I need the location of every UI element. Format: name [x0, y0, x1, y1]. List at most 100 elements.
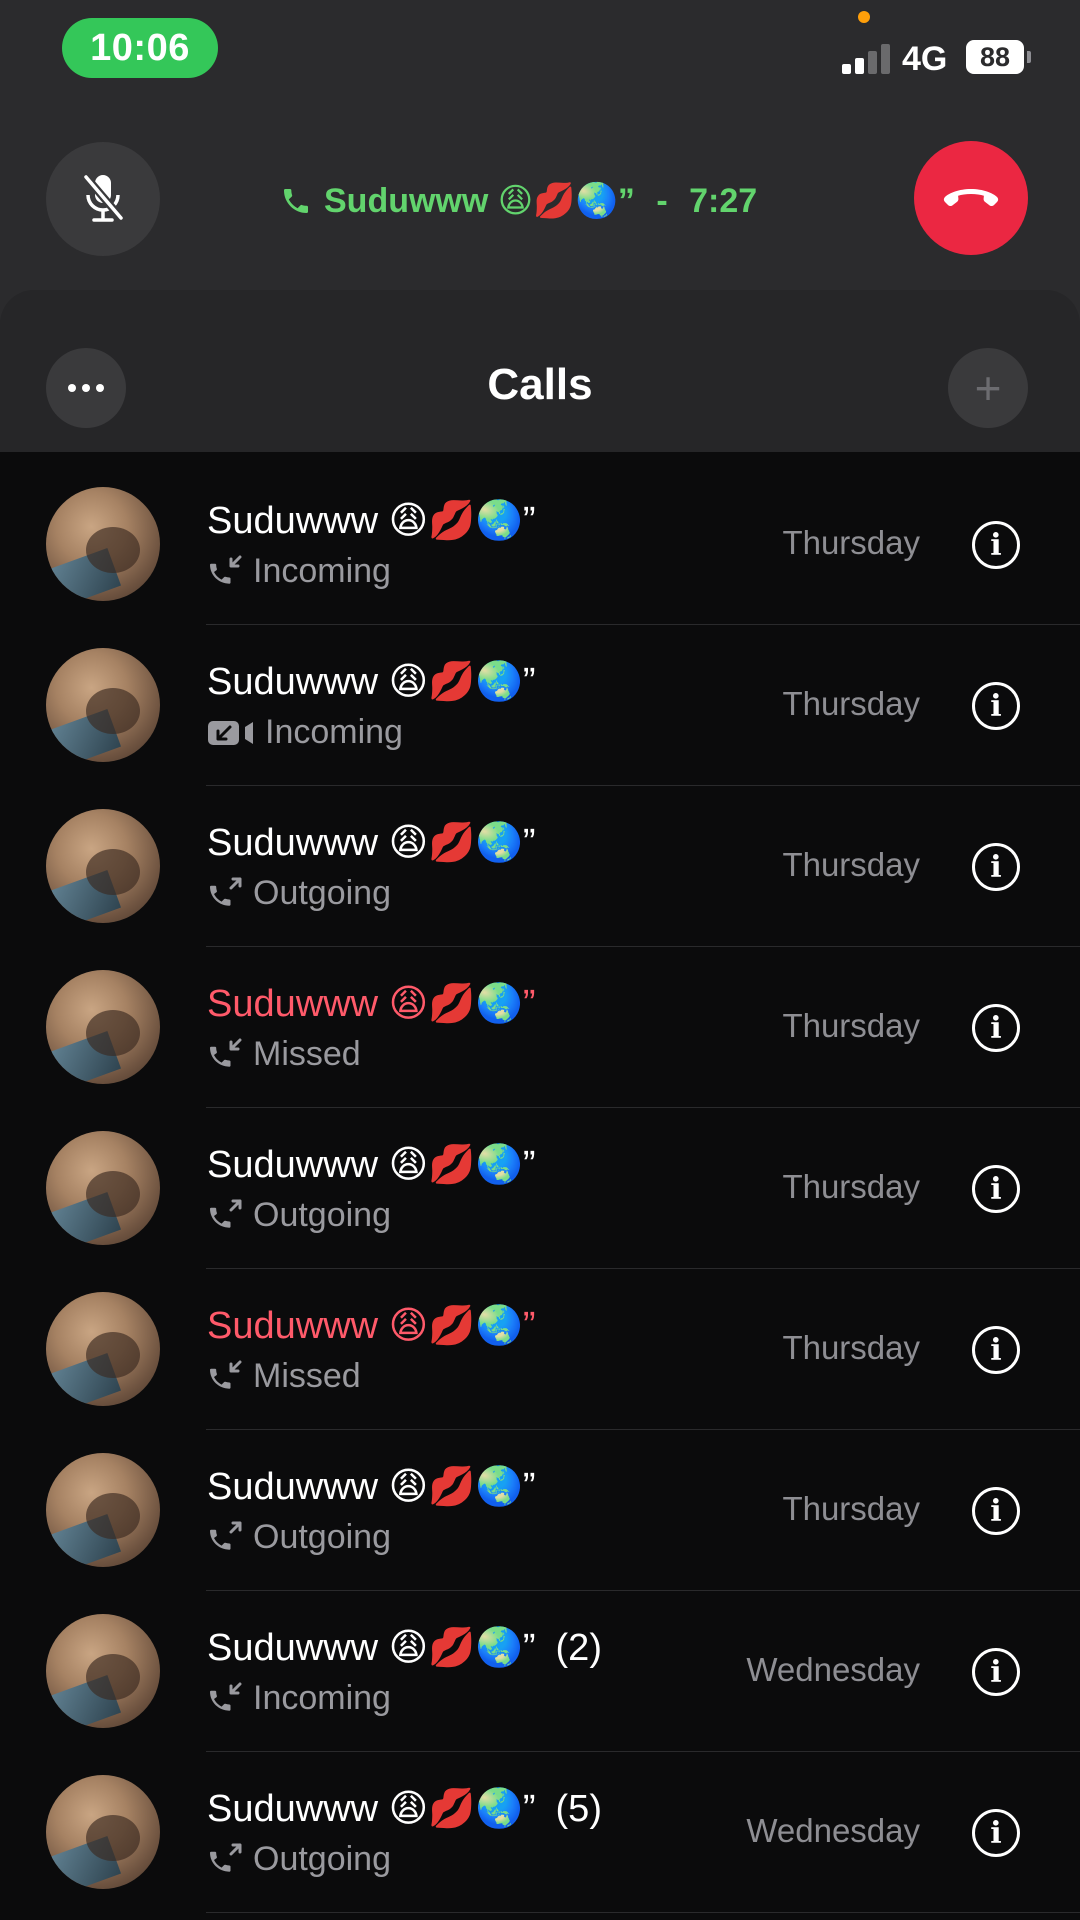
- contact-name: Suduwww 😩💋🌏”: [207, 1142, 556, 1187]
- call-type-label: Outgoing: [253, 1518, 391, 1556]
- outgoing-call-icon: [210, 1521, 242, 1550]
- contact-name: Suduwww 😩💋🌏” (2): [207, 1625, 602, 1670]
- info-icon: i: [990, 849, 1002, 885]
- info-icon: i: [990, 1171, 1002, 1207]
- mic-off-icon: [82, 174, 125, 222]
- return-to-call-banner[interactable]: Suduwww 😩💋🌏” - 7:27: [280, 176, 757, 226]
- ongoing-call-contact: Suduwww 😩💋🌏”: [324, 182, 635, 220]
- phone-down-icon: [943, 189, 999, 207]
- page-title: Calls: [487, 360, 593, 409]
- privacy-indicator-dot: [858, 11, 870, 23]
- call-type: Outgoing: [207, 874, 391, 913]
- info-button[interactable]: i: [972, 1809, 1020, 1857]
- contact-name-text: Suduwww 😩💋🌏”: [207, 1144, 536, 1186]
- battery-icon: 88: [966, 40, 1024, 74]
- contact-avatar: [46, 648, 160, 762]
- call-log-row[interactable]: Suduwww 😩💋🌏” (2) Incoming Wednesday i: [0, 1591, 1080, 1752]
- info-button[interactable]: i: [972, 521, 1020, 569]
- incoming-call-icon: [210, 555, 242, 584]
- info-button[interactable]: i: [972, 843, 1020, 891]
- call-log-row[interactable]: Suduwww 😩💋🌏” Missed Thursday i: [0, 947, 1080, 1108]
- incoming-call-icon: [210, 1360, 242, 1389]
- call-type-label: Outgoing: [253, 1840, 391, 1878]
- info-icon: i: [990, 1654, 1002, 1690]
- plus-icon: +: [974, 362, 1002, 414]
- contact-avatar: [46, 1131, 160, 1245]
- incoming-call-icon: [210, 1038, 242, 1067]
- call-log-row[interactable]: Suduwww 😩💋🌏” Outgoing Thursday i: [0, 1430, 1080, 1591]
- contact-name-text: Suduwww 😩💋🌏”: [207, 1466, 536, 1508]
- info-button[interactable]: i: [972, 682, 1020, 730]
- contact-name: Suduwww 😩💋🌏”: [207, 1464, 556, 1509]
- call-count: (2): [555, 1627, 602, 1669]
- contact-name: Suduwww 😩💋🌏” (5): [207, 1786, 602, 1831]
- status-bar: 10:06 4G 88: [0, 0, 1080, 100]
- contact-avatar: [46, 1614, 160, 1728]
- call-log-row[interactable]: Suduwww 😩💋🌏” Missed Thursday i: [0, 1269, 1080, 1430]
- contact-avatar: [46, 1453, 160, 1567]
- contact-avatar: [46, 809, 160, 923]
- info-icon: i: [990, 1010, 1002, 1046]
- contact-name-text: Suduwww 😩💋🌏”: [207, 1305, 536, 1347]
- call-type: Missed: [207, 1357, 361, 1396]
- contact-name-text: Suduwww 😩💋🌏”: [207, 1788, 536, 1830]
- call-type: Incoming: [207, 713, 403, 752]
- incoming-call-icon: [210, 1682, 242, 1711]
- info-button[interactable]: i: [972, 1165, 1020, 1213]
- contact-name: Suduwww 😩💋🌏”: [207, 659, 556, 704]
- contact-name: Suduwww 😩💋🌏”: [207, 1303, 556, 1348]
- call-type: Outgoing: [207, 1518, 391, 1557]
- contact-name-text: Suduwww 😩💋🌏”: [207, 983, 536, 1025]
- call-history-list: Suduwww 😩💋🌏” Incoming Thursday i Suduwww 😩💋🌏…: [0, 464, 1080, 1913]
- info-button[interactable]: i: [972, 1004, 1020, 1052]
- info-button[interactable]: i: [972, 1487, 1020, 1535]
- call-log-row[interactable]: Suduwww 😩💋🌏” Incoming Thursday i: [0, 625, 1080, 786]
- incoming-video-icon: [208, 720, 253, 745]
- call-log-row[interactable]: Suduwww 😩💋🌏” Outgoing Thursday i: [0, 786, 1080, 947]
- call-day: Thursday: [782, 1329, 920, 1366]
- network-type: 4G: [902, 40, 948, 78]
- call-day: Wednesday: [746, 1812, 920, 1849]
- ongoing-call-bar: Suduwww 😩💋🌏” - 7:27: [0, 140, 1080, 260]
- info-icon: i: [990, 1493, 1002, 1529]
- call-type-label: Incoming: [253, 1679, 391, 1717]
- add-call-button[interactable]: +: [948, 348, 1028, 428]
- ongoing-call-separator: -: [646, 181, 678, 220]
- battery-level: 88: [979, 41, 1011, 72]
- contact-name: Suduwww 😩💋🌏”: [207, 498, 556, 543]
- call-log-row[interactable]: Suduwww 😩💋🌏” Incoming Thursday i: [0, 464, 1080, 625]
- outgoing-call-icon: [210, 1843, 242, 1872]
- call-type-label: Outgoing: [253, 1196, 391, 1234]
- info-button[interactable]: i: [972, 1326, 1020, 1374]
- info-icon: i: [990, 688, 1002, 724]
- call-type: Outgoing: [207, 1196, 391, 1235]
- contact-name-text: Suduwww 😩💋🌏”: [207, 822, 536, 864]
- call-type: Outgoing: [207, 1840, 391, 1879]
- cellular-signal-icon: [842, 44, 894, 74]
- call-type-label: Incoming: [265, 713, 403, 751]
- call-day: Wednesday: [746, 1651, 920, 1688]
- mute-button[interactable]: [46, 142, 160, 256]
- status-time[interactable]: 10:06: [62, 18, 218, 78]
- contact-name-text: Suduwww 😩💋🌏”: [207, 1627, 536, 1669]
- call-type-label: Outgoing: [253, 874, 391, 912]
- active-call-area: 10:06 4G 88 Suduwww 😩💋🌏” - 7:27 Calls +: [0, 0, 1080, 452]
- end-call-button[interactable]: [914, 141, 1028, 255]
- call-day: Thursday: [782, 1168, 920, 1205]
- call-log-row[interactable]: Suduwww 😩💋🌏” (5) Outgoing Wednesday i: [0, 1752, 1080, 1913]
- info-icon: i: [990, 1332, 1002, 1368]
- contact-name-text: Suduwww 😩💋🌏”: [207, 661, 536, 703]
- call-type: Missed: [207, 1035, 361, 1074]
- call-count: (5): [555, 1788, 602, 1830]
- info-button[interactable]: i: [972, 1648, 1020, 1696]
- call-log-row[interactable]: Suduwww 😩💋🌏” Outgoing Thursday i: [0, 1108, 1080, 1269]
- calls-header: Calls +: [0, 290, 1080, 452]
- contact-name-text: Suduwww 😩💋🌏”: [207, 500, 536, 542]
- call-type: Incoming: [207, 552, 391, 591]
- call-day: Thursday: [782, 1490, 920, 1527]
- call-day: Thursday: [782, 685, 920, 722]
- info-icon: i: [990, 1815, 1002, 1851]
- call-day: Thursday: [782, 1007, 920, 1044]
- contact-avatar: [46, 970, 160, 1084]
- call-type-label: Missed: [253, 1357, 361, 1395]
